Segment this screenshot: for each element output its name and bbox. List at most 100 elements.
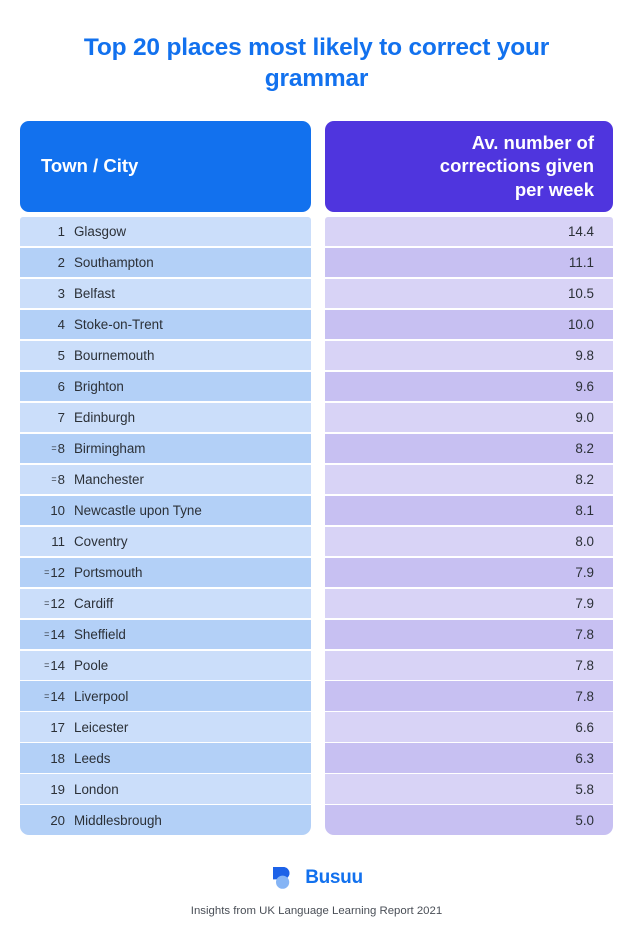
busuu-wordmark: Busuu — [305, 866, 363, 888]
rank-cell: 10 — [50, 502, 65, 518]
table-row: 8.1 — [325, 495, 613, 526]
corrections-value-cell: 8.0 — [575, 533, 594, 549]
rank-cell: =8 — [20, 441, 74, 456]
table-row: 8.0 — [325, 526, 613, 557]
place-name-cell: Brighton — [74, 378, 124, 394]
rank-cell: =12 — [20, 565, 74, 580]
table-row: 10 Newcastle upon Tyne — [20, 495, 311, 526]
corrections-header-line1: Av. number of — [471, 131, 594, 153]
brand-logo: Busuu — [0, 864, 633, 891]
corrections-row-list: 14.4 11.1 10.5 10.0 9.8 9.6 9.0 8.2 8.2 8.1 8.0 7.9… — [325, 216, 613, 836]
corrections-value-cell: 6.3 — [575, 750, 594, 766]
rank-cell: 19 — [50, 781, 65, 797]
place-name-cell: Birmingham — [74, 440, 146, 456]
table-row: 8.2 — [325, 433, 613, 464]
town-city-header: Town / City — [20, 120, 311, 212]
rank-cell: 18 — [50, 750, 65, 766]
corrections-value-cell: 8.2 — [575, 471, 594, 487]
table-row: =14 Poole — [20, 650, 311, 681]
table-row: 6 Brighton — [20, 371, 311, 402]
table-row: 7 Edinburgh — [20, 402, 311, 433]
table-row: 5.8 — [325, 774, 613, 805]
table-row: =8 Manchester — [20, 464, 311, 495]
corrections-value-cell: 7.8 — [575, 657, 594, 673]
town-city-column: Town / City 1 Glasgow 2 Southampton 3 Belfast… — [20, 120, 311, 836]
table-row: 9.6 — [325, 371, 613, 402]
table-row: 7.8 — [325, 650, 613, 681]
place-name-cell: Southampton — [74, 255, 154, 270]
table-row: =8 Birmingham — [20, 433, 311, 464]
corrections-value-cell: 9.8 — [575, 347, 594, 363]
place-name-cell: Sheffield — [74, 626, 126, 642]
corrections-value-cell: 7.9 — [575, 595, 594, 611]
source-note: Insights from UK Language Learning Repor… — [190, 905, 443, 917]
corrections-header-line2: corrections given — [439, 155, 594, 177]
corrections-value-cell: 11.1 — [568, 255, 594, 270]
rank-cell: 1 — [57, 224, 65, 240]
table-row: 18 Leeds — [20, 743, 311, 774]
table-row: 11 Coventry — [20, 526, 311, 557]
table-row: 11.1 — [325, 247, 613, 278]
rank-cell: =14 — [20, 627, 74, 642]
rank-cell: =12 — [20, 596, 74, 611]
rank-cell: 5 — [57, 347, 65, 363]
table-row: 10.0 — [325, 309, 613, 340]
place-name-cell: Portsmouth — [74, 564, 143, 580]
rank-value: 14 — [50, 688, 65, 704]
place-name-cell: Edinburgh — [74, 409, 136, 425]
place-name-cell: Glasgow — [74, 224, 127, 240]
page-title: Top 20 places most likely to correct you… — [83, 34, 550, 93]
place-name-cell: Newcastle upon Tyne — [74, 502, 202, 518]
tied-rank-marker: = — [44, 629, 50, 640]
rank-value: 8 — [57, 471, 65, 487]
corrections-header-line3: per week — [514, 178, 594, 200]
table-row: 3 Belfast — [20, 278, 311, 309]
tied-rank-marker: = — [44, 567, 50, 578]
place-name-cell: Belfast — [74, 285, 115, 301]
table-row: =14 Liverpool — [20, 681, 311, 712]
table-row: 5.0 — [325, 805, 613, 836]
table-row: 17 Leicester — [20, 712, 311, 743]
rank-cell: 11 — [51, 533, 65, 549]
place-name-cell: Bournemouth — [74, 347, 155, 363]
town-city-row-list: 1 Glasgow 2 Southampton 3 Belfast 4 Stoke-on-Tr… — [20, 216, 311, 836]
table-row: 6.6 — [325, 712, 613, 743]
rank-cell: 17 — [50, 719, 65, 735]
tied-rank-marker: = — [44, 660, 50, 671]
corrections-value-cell: 7.8 — [575, 688, 594, 704]
corrections-value-cell: 9.0 — [575, 409, 594, 425]
rank-cell: 7 — [57, 409, 65, 425]
table-row: 9.8 — [325, 340, 613, 371]
rank-value: 12 — [50, 595, 65, 611]
place-name-cell: Poole — [74, 657, 109, 673]
corrections-value-cell: 7.8 — [575, 626, 594, 642]
table-row: =12 Cardiff — [20, 588, 311, 619]
corrections-value-cell: 5.8 — [575, 781, 594, 797]
table-row: 7.8 — [325, 619, 613, 650]
table-row: 5 Bournemouth — [20, 340, 311, 371]
place-name-cell: Manchester — [74, 471, 144, 487]
table-row: 1 Glasgow — [20, 216, 311, 247]
tied-rank-marker: = — [44, 691, 50, 702]
place-name-cell: Liverpool — [74, 688, 129, 704]
place-name-cell: Stoke-on-Trent — [74, 316, 163, 332]
rank-cell: =8 — [20, 472, 74, 487]
table-row: 14.4 — [325, 216, 613, 247]
tied-rank-marker: = — [44, 598, 50, 609]
corrections-value-cell: 14.4 — [567, 224, 594, 240]
place-name-cell: Leeds — [74, 750, 111, 766]
rank-cell: 3 — [57, 285, 65, 301]
table-row: 2 Southampton — [20, 247, 311, 278]
header-section: Top 20 places most likely to correct you… — [0, 0, 633, 95]
rank-cell: 6 — [57, 378, 65, 394]
corrections-value-cell: 7.9 — [575, 564, 594, 580]
rank-value: 12 — [50, 564, 65, 580]
rank-cell: =14 — [20, 658, 74, 673]
table-row: =14 Sheffield — [20, 619, 311, 650]
table-row: 9.0 — [325, 402, 613, 433]
town-city-header-label: Town / City — [41, 155, 139, 177]
place-name-cell: London — [74, 781, 119, 797]
corrections-value-cell: 6.6 — [575, 719, 594, 735]
place-name-cell: Cardiff — [74, 595, 114, 611]
place-name-cell: Coventry — [74, 533, 128, 549]
